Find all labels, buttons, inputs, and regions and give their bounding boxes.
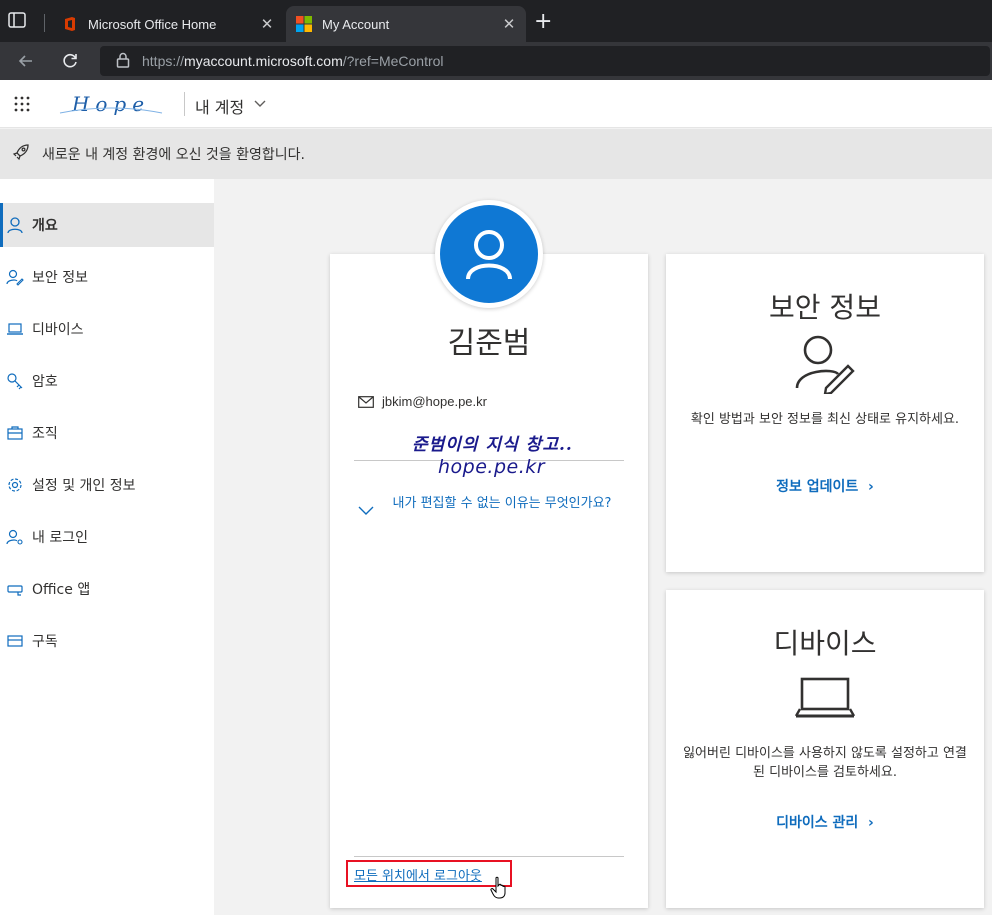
tab-title: My Account — [322, 16, 390, 32]
manage-devices-link[interactable]: 디바이스 관리 › — [666, 812, 984, 832]
watermark-text: 준범이의 지식 창고.. — [412, 435, 573, 455]
rocket-icon — [12, 143, 30, 165]
sidebar: 개요 보안 정보 디바이스 암호 조직 설정 및 개인 정보 내 로그인 Off… — [0, 179, 214, 915]
sidebar-item-office-apps[interactable]: Office 앱 — [0, 567, 214, 611]
banner-text: 새로운 내 계정 환경에 오신 것을 환영합니다. — [42, 147, 305, 163]
sidebar-item-my-signins[interactable]: 내 로그인 — [0, 515, 214, 559]
email-row: jbkim@hope.pe.kr — [358, 394, 487, 409]
person-key-icon — [6, 268, 24, 286]
sidebar-item-label: 구독 — [32, 634, 58, 650]
divider — [354, 856, 624, 857]
hand-cursor-icon — [490, 876, 508, 900]
chevron-right-icon: › — [863, 479, 874, 495]
sidebar-item-label: 보안 정보 — [32, 270, 88, 286]
account-title[interactable]: 내 계정 — [195, 94, 244, 118]
gear-icon — [6, 476, 24, 494]
sidebar-item-organization[interactable]: 조직 — [0, 411, 214, 455]
chevron-down-icon — [358, 502, 374, 518]
link-label: 정보 업데이트 — [776, 479, 859, 495]
lock-icon[interactable] — [116, 52, 132, 71]
person-key-icon — [6, 528, 24, 546]
link-label: 디바이스 관리 — [776, 815, 859, 831]
url-path: /?ref=MeControl — [342, 53, 444, 69]
sidebar-item-settings-privacy[interactable]: 설정 및 개인 정보 — [0, 463, 214, 507]
url-prefix: https:// — [142, 53, 185, 69]
header-divider — [184, 92, 185, 116]
subscription-icon — [6, 632, 24, 650]
sign-out-everywhere-link[interactable]: 모든 위치에서 로그아웃 — [354, 865, 482, 884]
office-apps-icon — [6, 580, 24, 598]
sidebar-item-label: 암호 — [32, 374, 58, 390]
welcome-banner: 새로운 내 계정 환경에 오신 것을 환영합니다. — [0, 129, 992, 179]
card-description: 잃어버린 디바이스를 사용하지 않도록 설정하고 연결된 디바이스를 검토하세요… — [683, 746, 967, 780]
svg-text:Hope: Hope — [71, 92, 150, 116]
chevron-down-icon[interactable] — [254, 94, 266, 107]
person-edit-icon — [794, 332, 856, 398]
close-icon[interactable]: ✕ — [498, 15, 520, 33]
sidebar-item-label: 내 로그인 — [32, 530, 88, 546]
tab-actions-icon[interactable] — [8, 12, 30, 30]
close-icon[interactable]: ✕ — [256, 15, 278, 33]
refresh-icon[interactable] — [58, 49, 82, 73]
sidebar-item-label: Office 앱 — [32, 582, 91, 598]
person-icon — [466, 230, 512, 280]
email-address: jbkim@hope.pe.kr — [382, 394, 487, 409]
browser-tab-bar: Microsoft Office Home ✕ My Account ✕ + — [0, 0, 992, 42]
mail-icon — [358, 395, 374, 408]
profile-name: 김준범 — [447, 326, 531, 361]
devices-card: 디바이스 잃어버린 디바이스를 사용하지 않도록 설정하고 연결된 디바이스를 … — [666, 590, 984, 908]
office-icon — [62, 16, 78, 32]
back-arrow-icon[interactable] — [14, 49, 38, 73]
tab-office-home[interactable]: Microsoft Office Home ✕ — [52, 6, 284, 42]
sidebar-item-overview[interactable]: 개요 — [0, 203, 214, 247]
sidebar-item-label: 설정 및 개인 정보 — [32, 478, 136, 494]
sidebar-item-label: 디바이스 — [32, 322, 84, 338]
tab-title: Microsoft Office Home — [88, 16, 217, 32]
why-cant-edit-link[interactable]: 내가 편집할 수 없는 이유는 무엇인가요? — [384, 496, 620, 511]
card-title: 디바이스 — [773, 627, 877, 660]
browser-toolbar: https:// myaccount.microsoft.com /?ref=M… — [0, 42, 992, 80]
sidebar-item-label: 개요 — [32, 218, 58, 234]
person-icon — [6, 216, 24, 234]
tab-my-account[interactable]: My Account ✕ — [286, 6, 526, 42]
sidebar-item-password[interactable]: 암호 — [0, 359, 214, 403]
brand-logo[interactable]: Hope — [56, 91, 166, 117]
laptop-icon — [6, 320, 24, 338]
card-title: 보안 정보 — [769, 291, 881, 324]
card-description: 확인 방법과 보안 정보를 최신 상태로 유지하세요. — [690, 412, 960, 427]
laptop-icon — [794, 676, 856, 726]
new-tab-icon[interactable]: + — [534, 11, 552, 33]
chevron-right-icon: › — [863, 815, 874, 831]
security-info-card: 보안 정보 확인 방법과 보안 정보를 최신 상태로 유지하세요. 정보 업데이… — [666, 254, 984, 572]
avatar[interactable] — [440, 205, 538, 303]
sidebar-item-subscriptions[interactable]: 구독 — [0, 619, 214, 663]
briefcase-icon — [6, 424, 24, 442]
app-launcher-icon[interactable] — [14, 96, 30, 112]
update-info-link[interactable]: 정보 업데이트 › — [666, 476, 984, 496]
key-icon — [6, 372, 24, 390]
address-bar[interactable]: https:// myaccount.microsoft.com /?ref=M… — [100, 46, 990, 76]
url-host: myaccount.microsoft.com — [184, 53, 343, 69]
sidebar-item-label: 조직 — [32, 426, 58, 442]
microsoft-logo-icon — [296, 16, 312, 32]
sidebar-item-security-info[interactable]: 보안 정보 — [0, 255, 214, 299]
tab-separator — [44, 14, 45, 32]
watermark-site: hope.pe.kr — [438, 456, 546, 478]
sidebar-item-devices[interactable]: 디바이스 — [0, 307, 214, 351]
app-header: Hope 내 계정 — [0, 80, 992, 128]
